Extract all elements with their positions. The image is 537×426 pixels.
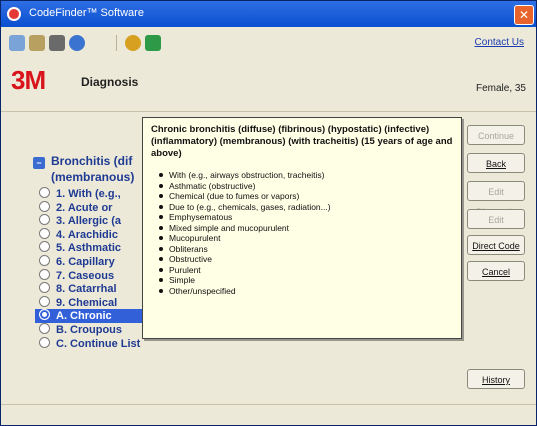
chat-icon[interactable] (145, 35, 161, 51)
radio-icon[interactable] (39, 214, 50, 226)
option-label: 4. Arachidic (56, 228, 118, 241)
radio-icon[interactable] (39, 268, 50, 280)
tooltip-item: Chemical (due to fumes or vapors) (159, 191, 453, 202)
tooltip-item: Emphysematous (159, 212, 453, 223)
radio-icon[interactable] (39, 200, 50, 212)
radio-icon[interactable] (39, 254, 50, 266)
tooltip-item: Purulent (159, 265, 453, 276)
tooltip-item: Mixed simple and mucopurulent (159, 223, 453, 234)
collapse-icon[interactable]: − (33, 157, 45, 169)
radio-icon[interactable] (39, 336, 50, 348)
tooltip-item: Asthmatic (obstructive) (159, 181, 453, 192)
title-bar[interactable]: CodeFinder™ Software ✕ (1, 1, 536, 27)
cancel-button[interactable]: Cancel (467, 261, 525, 281)
tooltip-item: Mucopurulent (159, 233, 453, 244)
continue-button[interactable]: Continue (467, 125, 525, 145)
direct-code-button[interactable]: Direct Code (467, 235, 525, 255)
toolbar-divider (116, 35, 117, 51)
tooltip-item: Simple (159, 275, 453, 286)
tools-icon[interactable] (29, 35, 45, 51)
status-bar (1, 404, 536, 425)
help-icon[interactable] (69, 35, 85, 51)
option-label: 6. Capillary (56, 255, 115, 268)
radio-icon[interactable] (39, 295, 50, 307)
globe-icon[interactable] (125, 35, 141, 51)
back-button[interactable]: Back (467, 153, 525, 173)
tooltip-title: Chronic bronchitis (diffuse) (fibrinous)… (151, 124, 453, 159)
option-label: 3. Allergic (a (56, 215, 122, 228)
option-label: 1. With (e.g., (56, 188, 121, 200)
edit-diagnosis-button[interactable]: Edit Diagnosis (467, 181, 525, 217)
radio-icon[interactable] (39, 282, 50, 294)
option-label: 2. Acute or (56, 201, 113, 214)
tooltip-item: Other/unspecified (159, 286, 453, 297)
brand-logo: 3M (11, 65, 46, 95)
radio-icon[interactable] (39, 227, 50, 239)
header: 3M Diagnosis Female, 35 (1, 59, 536, 112)
heading-line-1: Bronchitis (dif (51, 154, 133, 168)
tooltip-item: With (e.g., airways obstruction, trachei… (159, 170, 453, 181)
app-window: CodeFinder™ Software ✕ Contact Us 3M Dia… (0, 0, 537, 426)
window-title: CodeFinder™ Software (29, 7, 144, 19)
contact-us-link[interactable]: Contact Us (475, 37, 524, 48)
history-button[interactable]: History (467, 369, 525, 389)
tooltip-item: Obliterans (159, 244, 453, 255)
radio-icon[interactable] (39, 187, 50, 198)
tooltip-item: Due to (e.g., chemicals, gases, radiatio… (159, 202, 453, 213)
option-label: 7. Caseous (56, 269, 115, 282)
diagnosis-tooltip: Chronic bronchitis (diffuse) (fibrinous)… (142, 117, 462, 339)
page-title: Diagnosis (81, 75, 139, 89)
radio-icon[interactable] (39, 322, 50, 334)
person-icon[interactable] (49, 35, 65, 51)
tooltip-list: With (e.g., airways obstruction, trachei… (151, 170, 453, 296)
option-label: 8. Catarrhal (56, 283, 117, 296)
option-label: 9. Chemical (56, 296, 118, 309)
back-icon[interactable] (9, 35, 25, 51)
option-label: A. Chronic (56, 310, 112, 323)
option-label: B. Croupous (56, 323, 122, 336)
toolbar: Contact Us (1, 27, 536, 60)
option-label: 5. Asthmatic (56, 242, 122, 255)
tooltip-item: Obstructive (159, 254, 453, 265)
radio-icon[interactable] (39, 309, 50, 321)
close-button[interactable]: ✕ (514, 5, 534, 25)
patient-info: Female, 35 (475, 83, 526, 94)
edit-procedure-button[interactable]: Edit Procedure (467, 209, 525, 245)
option-label: C. Continue List (56, 337, 141, 350)
radio-icon[interactable] (39, 241, 50, 253)
app-icon (7, 7, 21, 21)
